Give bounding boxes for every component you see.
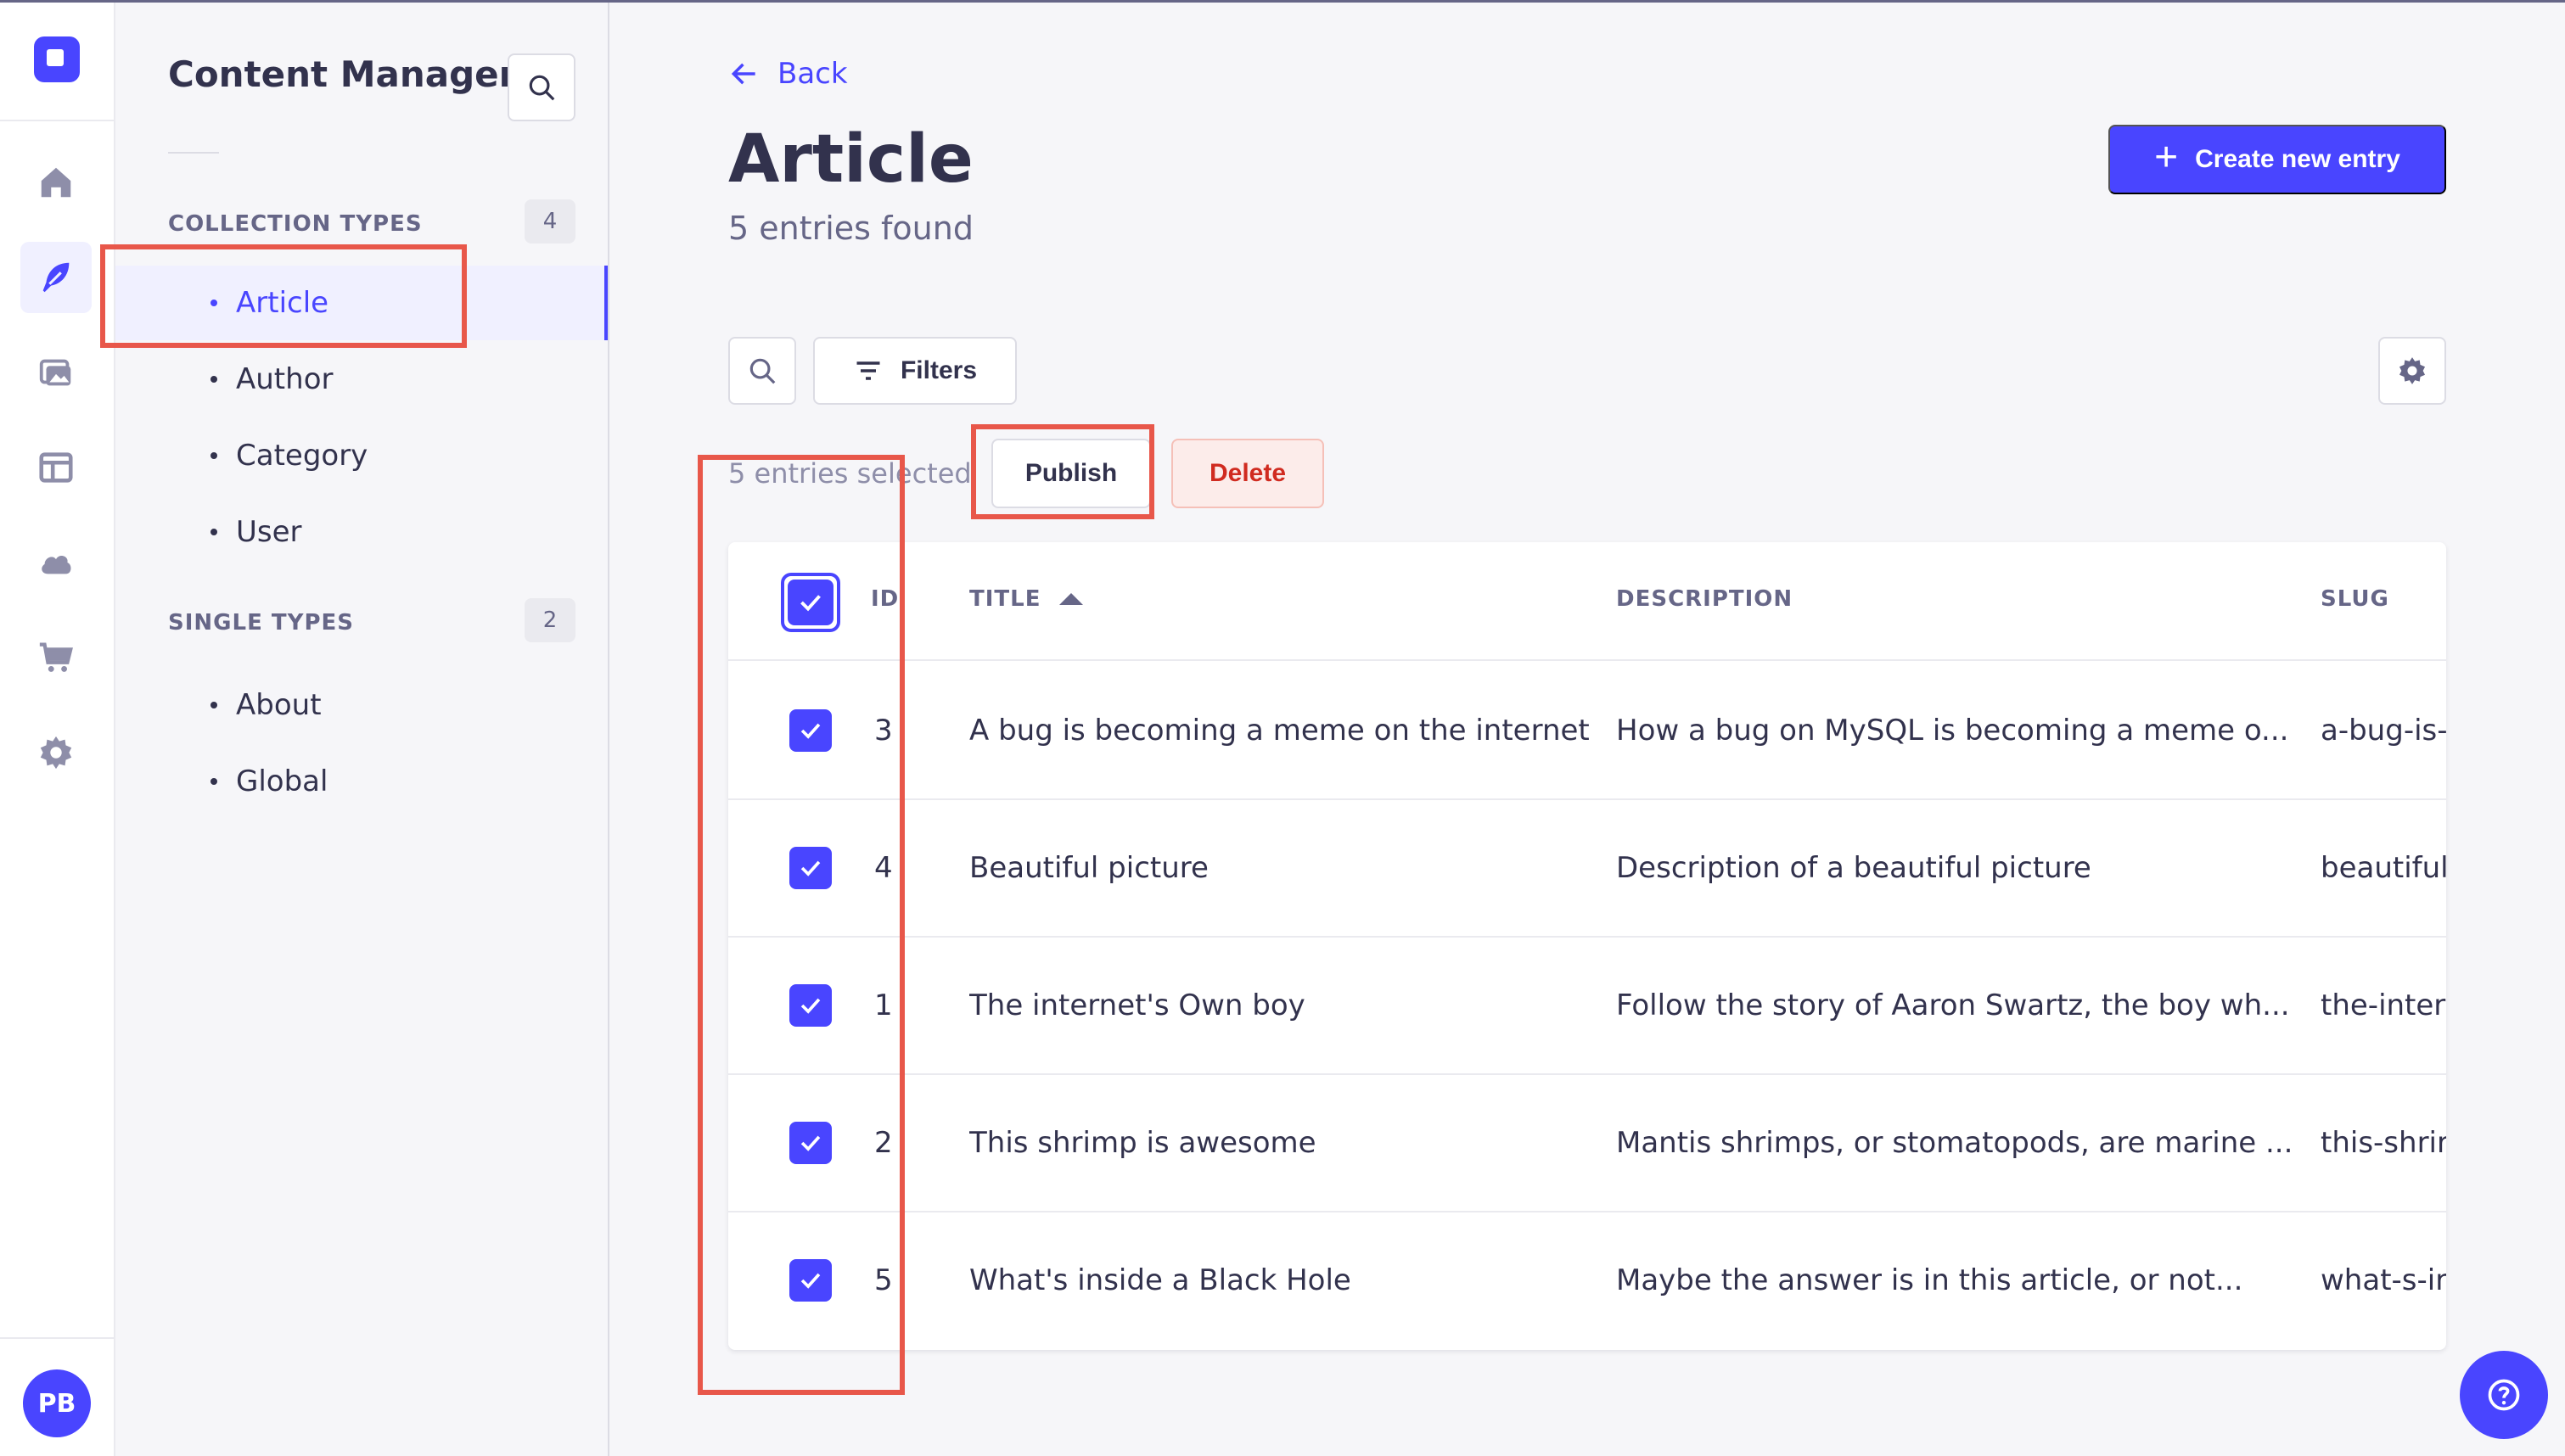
sidebar-item-label: About	[236, 688, 322, 722]
column-header-description[interactable]: DESCRIPTION	[1616, 586, 1793, 612]
filters-label: Filters	[900, 356, 978, 384]
table-row[interactable]: 2 This shrimp is awesome Mantis shrimps,…	[728, 1075, 2446, 1212]
strapi-logo[interactable]	[34, 36, 80, 82]
marketplace-icon[interactable]	[20, 622, 92, 693]
single-types-count: 2	[525, 598, 575, 642]
content-type-builder-icon[interactable]	[20, 432, 92, 503]
bullet-icon	[210, 702, 217, 708]
cell-description: Description of a beautiful picture	[1616, 851, 2091, 885]
cloud-icon[interactable]	[20, 527, 92, 598]
table-header: ID TITLE DESCRIPTION SLUG	[728, 542, 2446, 661]
subnav-search-button[interactable]	[508, 53, 575, 121]
collection-types-label: COLLECTION TYPES	[168, 211, 423, 237]
settings-icon[interactable]	[20, 717, 92, 788]
column-header-slug[interactable]: SLUG	[2321, 586, 2389, 612]
bullet-icon	[210, 778, 217, 785]
back-label: Back	[777, 57, 848, 91]
home-icon[interactable]	[20, 147, 92, 218]
annotation-box-checkboxes	[698, 455, 905, 1395]
sidebar-item-label: Author	[236, 362, 334, 396]
help-button[interactable]	[2460, 1351, 2548, 1439]
back-link[interactable]: Back	[728, 57, 848, 91]
arrow-left-icon	[731, 63, 755, 85]
cell-description: Follow the story of Aaron Swartz, the bo…	[1616, 988, 2290, 1022]
create-new-entry-button[interactable]: + Create new entry	[2108, 125, 2446, 194]
rail-footer: PB	[0, 1337, 114, 1456]
delete-button[interactable]: Delete	[1171, 439, 1324, 508]
filters-button[interactable]: Filters	[813, 337, 1017, 405]
search-icon	[749, 358, 776, 384]
bullet-icon	[210, 376, 217, 383]
cell-title: The internet's Own boy	[969, 988, 1305, 1022]
sidebar-item-category[interactable]: Category	[115, 418, 608, 493]
content-manager-icon[interactable]	[20, 242, 92, 313]
table-row[interactable]: 5 What's inside a Black Hole Maybe the a…	[728, 1212, 2446, 1350]
cell-description: Maybe the answer is in this article, or …	[1616, 1263, 2243, 1297]
page-title: Article	[728, 121, 974, 198]
sidebar-item-label: Category	[236, 439, 368, 473]
cell-title: This shrimp is awesome	[969, 1126, 1316, 1160]
cell-slug: beautiful-	[2321, 851, 2446, 885]
subnav-title: Content Manager	[168, 53, 517, 95]
cell-slug: this-shrir	[2321, 1126, 2446, 1160]
sidebar-item-label: Global	[236, 764, 328, 798]
single-types-label: SINGLE TYPES	[168, 610, 354, 636]
column-header-title[interactable]: TITLE	[969, 586, 1084, 612]
cell-title: What's inside a Black Hole	[969, 1263, 1351, 1297]
subnav-divider	[168, 152, 219, 154]
cell-slug: the-interi	[2321, 988, 2446, 1022]
annotation-box-article	[100, 244, 467, 348]
cell-description: Mantis shrimps, or stomatopods, are mari…	[1616, 1126, 2293, 1160]
collection-types-count: 4	[525, 199, 575, 244]
content-manager-subnav: Content Manager COLLECTION TYPES 4 Artic…	[115, 3, 609, 1456]
column-title-label: TITLE	[969, 586, 1041, 612]
user-avatar[interactable]: PB	[23, 1369, 91, 1437]
bullet-icon	[210, 452, 217, 459]
entries-count: 5 entries found	[728, 210, 974, 247]
table-search-button[interactable]	[728, 337, 796, 405]
table-row[interactable]: 1 The internet's Own boy Follow the stor…	[728, 938, 2446, 1075]
filter-icon	[856, 361, 880, 380]
bullet-icon	[210, 529, 217, 535]
create-label: Create new entry	[2195, 145, 2400, 173]
table-row[interactable]: 4 Beautiful picture Description of a bea…	[728, 800, 2446, 938]
sidebar-item-author[interactable]: Author	[115, 342, 608, 417]
search-icon	[529, 75, 555, 101]
sidebar-item-about[interactable]: About	[115, 668, 608, 742]
logo-area	[0, 3, 114, 121]
plus-icon: +	[2154, 134, 2179, 180]
cell-slug: a-bug-is-	[2321, 714, 2446, 748]
table-row[interactable]: 3 A bug is becoming a meme on the intern…	[728, 663, 2446, 800]
sidebar-item-global[interactable]: Global	[115, 744, 608, 819]
sidebar-item-label: User	[236, 515, 302, 549]
gear-icon	[2399, 357, 2426, 384]
entries-table: ID TITLE DESCRIPTION SLUG 3 A bug is bec…	[728, 542, 2446, 1350]
cell-description: How a bug on MySQL is becoming a meme o.…	[1616, 714, 2289, 748]
help-icon	[2488, 1379, 2520, 1411]
cell-title: A bug is becoming a meme on the internet	[969, 714, 1590, 748]
main-nav-rail: PB	[0, 3, 115, 1456]
cell-title: Beautiful picture	[969, 851, 1209, 885]
sidebar-item-user[interactable]: User	[115, 495, 608, 569]
sort-ascending-icon	[1059, 593, 1084, 605]
cell-slug: what-s-ir	[2321, 1263, 2446, 1297]
annotation-box-publish	[971, 424, 1154, 519]
table-settings-button[interactable]	[2378, 337, 2446, 405]
media-library-icon[interactable]	[20, 337, 92, 408]
